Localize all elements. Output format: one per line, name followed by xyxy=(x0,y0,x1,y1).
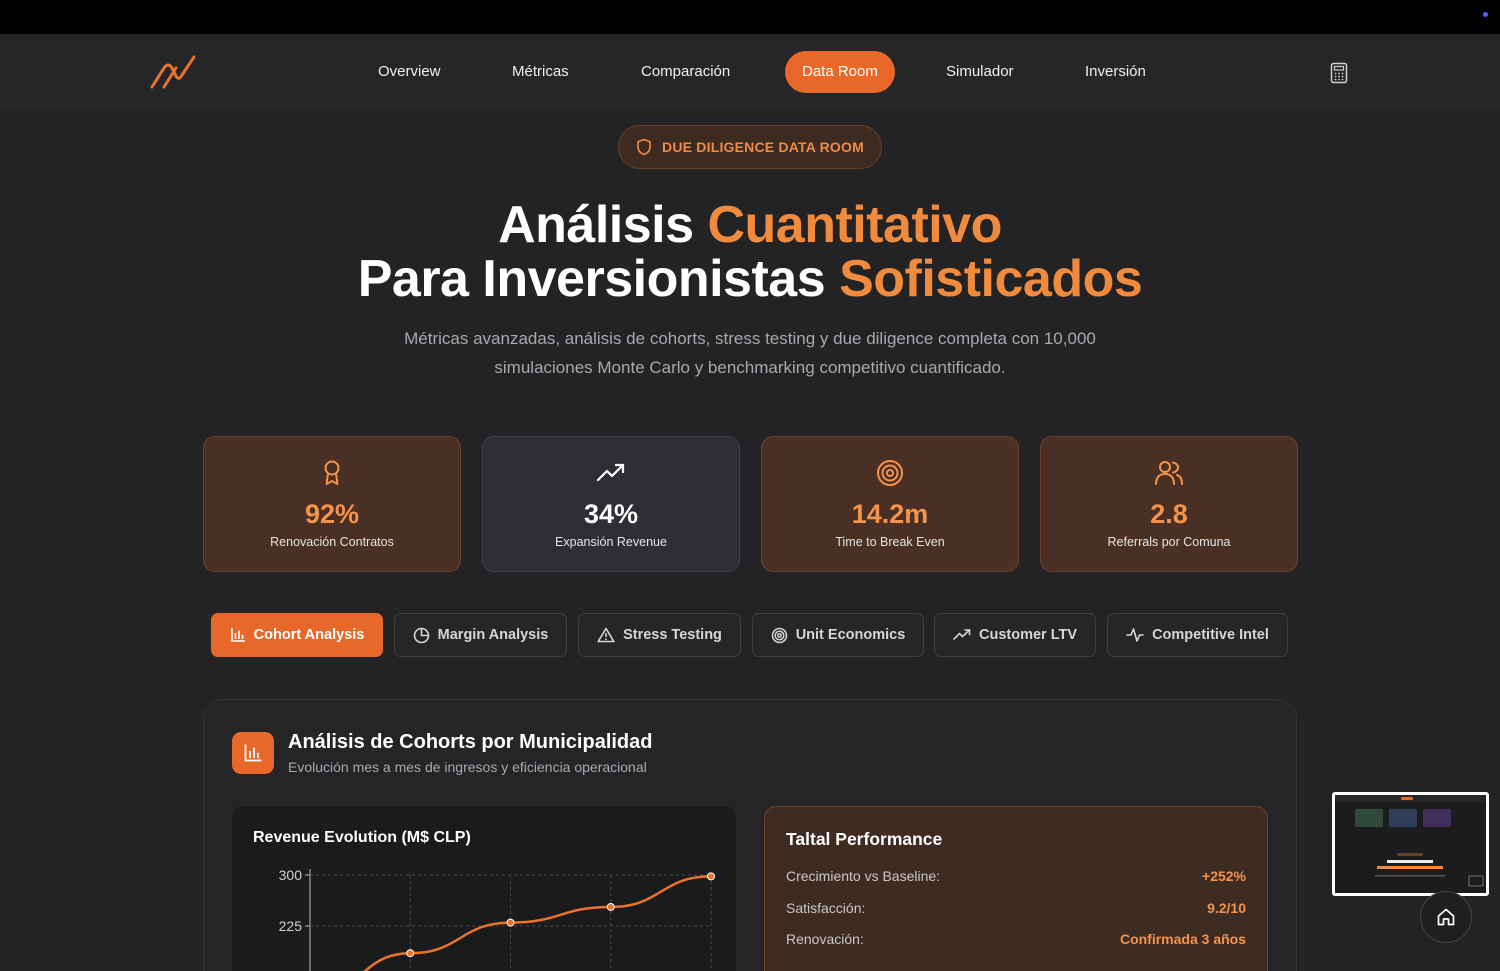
target-icon xyxy=(771,627,787,643)
badge-label: DUE DILIGENCE DATA ROOM xyxy=(662,139,864,155)
home-icon xyxy=(1437,908,1455,926)
tab-label: Unit Economics xyxy=(795,627,906,643)
data-point xyxy=(707,872,715,881)
performance-row: Satisfacción: 9.2/10 xyxy=(786,900,1246,916)
nav-metricas[interactable]: Métricas xyxy=(495,51,586,93)
nav-data-room[interactable]: Data Room xyxy=(785,51,895,93)
page-subtitle: Métricas avanzadas, análisis de cohorts,… xyxy=(404,329,1096,377)
stat-value: 2.8 xyxy=(1150,499,1188,529)
nav-comparacion[interactable]: Comparación xyxy=(624,51,747,93)
title-line2-accent: Sofisticados xyxy=(839,250,1143,308)
home-button[interactable] xyxy=(1420,891,1472,943)
panel-icon-box xyxy=(232,732,274,774)
stat-label: Renovación Contratos xyxy=(270,535,394,549)
tab-customer-ltv[interactable]: Customer LTV xyxy=(934,613,1096,657)
y-tick-label: 225 xyxy=(279,918,303,934)
performance-row: Crecimiento vs Baseline: +252% xyxy=(786,868,1246,884)
stat-value: 92% xyxy=(304,499,360,529)
tab-competitive-intel[interactable]: Competitive Intel xyxy=(1107,613,1288,657)
stat-value: 34% xyxy=(583,499,639,529)
stat-label: Referrals por Comuna xyxy=(1107,535,1231,549)
row-key: Crecimiento vs Baseline: xyxy=(786,868,941,884)
row-value: Confirmada 3 años xyxy=(1119,931,1246,947)
users-icon xyxy=(1155,461,1183,485)
bar-chart-icon xyxy=(244,744,262,762)
page-title: Análisis Cuantitativo Para Inversionista… xyxy=(0,198,1500,306)
row-value: 9.2/10 xyxy=(1207,900,1246,916)
data-point xyxy=(606,902,615,911)
tab-stress-testing[interactable]: Stress Testing xyxy=(578,613,741,657)
target-icon xyxy=(877,460,903,486)
tab-label: Stress Testing xyxy=(623,627,722,643)
row-key: Satisfacción: xyxy=(786,900,866,916)
y-tick-label: 300 xyxy=(279,867,303,883)
nav-overview[interactable]: Overview xyxy=(361,51,458,93)
tab-label: Customer LTV xyxy=(978,627,1078,643)
nav-simulador[interactable]: Simulador xyxy=(929,51,1031,93)
revenue-chart: 300 225 xyxy=(279,867,715,971)
page-thumbnail[interactable] xyxy=(1332,792,1489,896)
activity-icon xyxy=(1126,628,1144,642)
pie-chart-icon xyxy=(413,627,429,643)
nav-inversion[interactable]: Inversión xyxy=(1068,51,1163,93)
shield-icon xyxy=(637,138,651,156)
warning-icon xyxy=(597,627,615,643)
row-value: +252% xyxy=(1202,868,1246,884)
performance-row: Renovación: Confirmada 3 años xyxy=(786,931,1246,947)
title-line2-plain: Para Inversionistas xyxy=(357,250,826,308)
stat-card-renovacion: 92% Renovación Contratos xyxy=(203,436,461,572)
tab-cohort-analysis[interactable]: Cohort Analysis xyxy=(211,613,383,657)
award-icon xyxy=(324,460,340,485)
stat-card-expansion: 34% Expansión Revenue xyxy=(482,436,740,572)
title-line1-accent: Cuantitativo xyxy=(707,196,1002,254)
data-point xyxy=(406,949,415,958)
brand-logo[interactable] xyxy=(150,54,198,90)
tab-margin-analysis[interactable]: Margin Analysis xyxy=(394,613,567,657)
main-nav: Overview Métricas Comparación Data Room … xyxy=(0,34,1500,110)
stat-label: Expansión Revenue xyxy=(555,535,667,549)
performance-title: Taltal Performance xyxy=(786,829,943,849)
title-line1-plain: Análisis xyxy=(498,196,694,254)
calculator-icon[interactable] xyxy=(1330,62,1348,84)
data-point xyxy=(506,918,515,927)
thumbnail-preview xyxy=(1335,795,1486,893)
window-top-bar xyxy=(0,0,1500,34)
data-room-badge: DUE DILIGENCE DATA ROOM xyxy=(618,125,882,169)
tab-label: Competitive Intel xyxy=(1152,627,1269,643)
stat-card-referrals: 2.8 Referrals por Comuna xyxy=(1040,436,1298,572)
tab-unit-economics[interactable]: Unit Economics xyxy=(752,613,924,657)
row-key: Renovación: xyxy=(786,931,864,947)
panel-title: Análisis de Cohorts por Municipalidad xyxy=(288,731,653,753)
tab-label: Margin Analysis xyxy=(437,627,549,643)
tab-label: Cohort Analysis xyxy=(253,627,365,643)
stat-label: Time to Break Even xyxy=(835,535,945,549)
trending-up-icon xyxy=(596,463,625,482)
trending-up-icon xyxy=(953,629,971,640)
stat-card-break-even: 14.2m Time to Break Even xyxy=(761,436,1019,572)
stat-value: 14.2m xyxy=(851,499,929,529)
panel-subtitle: Evolución mes a mes de ingresos y eficie… xyxy=(288,759,647,775)
status-dot xyxy=(1483,12,1488,17)
bar-chart-icon xyxy=(230,628,245,642)
